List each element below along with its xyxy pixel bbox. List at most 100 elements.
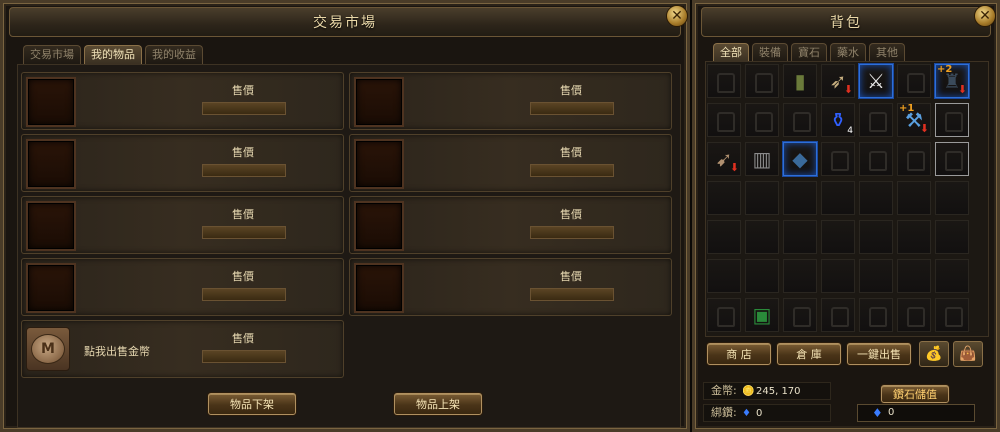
bag-cell[interactable]: ◆ (783, 142, 817, 176)
bag-cell[interactable] (859, 103, 893, 137)
bag-cell[interactable]: ♜ +2 ⬇ (935, 64, 969, 98)
bag-cell[interactable] (821, 181, 855, 215)
bag-cell[interactable] (745, 103, 779, 137)
tab-trading-market[interactable]: 交易市場 (23, 45, 81, 64)
bag-cell[interactable] (935, 259, 969, 293)
bag-cell[interactable] (897, 259, 931, 293)
bag-cell[interactable] (783, 181, 817, 215)
empty-item-frame[interactable] (26, 201, 76, 251)
bag-cell[interactable] (859, 259, 893, 293)
bag-cell[interactable] (897, 64, 931, 98)
bag-cell[interactable] (821, 142, 855, 176)
bag-cell[interactable]: ▥ (745, 142, 779, 176)
bag-cell[interactable] (859, 181, 893, 215)
bag-cell[interactable] (707, 220, 741, 254)
bag-cell[interactable] (745, 64, 779, 98)
sort-bag-button[interactable]: 💰 (919, 341, 949, 367)
shop-button[interactable]: 商 店 (707, 343, 771, 365)
bag-cell[interactable] (745, 181, 779, 215)
bag-cell[interactable] (783, 103, 817, 137)
sell-item-slot[interactable]: 售價 (349, 196, 672, 254)
price-label: 售價 (560, 270, 582, 283)
price-field (530, 288, 614, 301)
bag-cell[interactable] (897, 220, 931, 254)
bag-cell[interactable] (783, 220, 817, 254)
bag-cell[interactable] (821, 259, 855, 293)
sell-item-slot[interactable]: 售價 (349, 134, 672, 192)
empty-item-frame[interactable] (354, 139, 404, 189)
price-field (202, 226, 286, 239)
unlist-item-button[interactable]: 物品下架 (208, 393, 296, 415)
bag-cell[interactable] (707, 259, 741, 293)
bag-cell[interactable]: ▮ (783, 64, 817, 98)
sell-item-slot[interactable]: 售價 (21, 134, 344, 192)
empty-item-frame[interactable] (26, 139, 76, 189)
enhance-level: +2 (937, 64, 953, 75)
sell-item-slot[interactable]: 售價 (21, 258, 344, 316)
bag-cell[interactable]: ⚔ (859, 64, 893, 98)
bag-cell[interactable] (745, 220, 779, 254)
bag-cell[interactable] (897, 142, 931, 176)
bag-tabs: 全部 裝備 寶石 藥水 其他 (713, 43, 905, 62)
sell-item-slot[interactable]: 售價 (349, 258, 672, 316)
empty-item-frame[interactable] (354, 201, 404, 251)
bag-cell[interactable] (935, 142, 969, 176)
sell-item-slot[interactable]: 售價 (21, 72, 344, 130)
empty-item-frame[interactable] (354, 77, 404, 127)
tab-my-items[interactable]: 我的物品 (84, 45, 142, 64)
bag-cell[interactable] (783, 298, 817, 332)
diamond-topup-button[interactable]: 鑽石儲值 (881, 385, 949, 403)
bag-sort-icon: 💰 (925, 346, 943, 362)
tab-my-earnings[interactable]: 我的收益 (145, 45, 203, 64)
bag-cell[interactable] (707, 298, 741, 332)
leg-armor-icon: ▥ (752, 147, 772, 171)
bag-cell[interactable] (707, 64, 741, 98)
sell-gold-text: 點我出售金幣 (84, 345, 150, 358)
sell-item-slot[interactable]: 售價 (349, 72, 672, 130)
sell-gold-slot[interactable]: M 點我出售金幣 售價 (21, 320, 344, 378)
warehouse-button[interactable]: 倉 庫 (777, 343, 841, 365)
sell-all-button[interactable]: 一鍵出售 (847, 343, 911, 365)
tab-all[interactable]: 全部 (713, 43, 749, 62)
empty-item-frame[interactable] (26, 77, 76, 127)
bag-cell[interactable] (935, 220, 969, 254)
bag-cell[interactable]: ⚱ 4 (821, 103, 855, 137)
bag-cell[interactable] (707, 181, 741, 215)
bag-cell[interactable]: ▣ (745, 298, 779, 332)
close-icon: ✕ (979, 8, 991, 24)
bag-cell[interactable] (745, 259, 779, 293)
bag-cell[interactable] (859, 220, 893, 254)
bag-cell[interactable]: ➹ ⬇ (707, 142, 741, 176)
bound-diamond-icon: ♦ (742, 408, 751, 419)
bag-cell[interactable] (783, 259, 817, 293)
tab-potions[interactable]: 藥水 (830, 43, 866, 62)
bag-cell[interactable] (935, 181, 969, 215)
bag-cell[interactable] (897, 298, 931, 332)
bag-cell[interactable] (707, 103, 741, 137)
tab-gems[interactable]: 寶石 (791, 43, 827, 62)
empty-item-frame[interactable] (26, 263, 76, 313)
market-close-button[interactable]: ✕ (666, 5, 688, 27)
bag-cell[interactable] (935, 103, 969, 137)
bag-expand-button[interactable]: 👜 (953, 341, 983, 367)
bag-cell[interactable] (897, 181, 931, 215)
price-label: 售價 (560, 146, 582, 159)
bag-cell[interactable] (821, 298, 855, 332)
price-field (530, 164, 614, 177)
bag-cell[interactable]: ⚒ +1 ⬇ (897, 103, 931, 137)
bag-cell[interactable] (935, 298, 969, 332)
bound-diamond-value: 0 (756, 408, 763, 419)
bag-cell[interactable] (859, 142, 893, 176)
price-label: 售價 (560, 208, 582, 221)
bag-cell[interactable] (821, 220, 855, 254)
close-icon: ✕ (671, 8, 683, 24)
green-bag-icon: ▣ (752, 303, 772, 327)
sell-item-slot[interactable]: 售價 (21, 196, 344, 254)
bag-close-button[interactable]: ✕ (974, 5, 996, 27)
tab-other[interactable]: 其他 (869, 43, 905, 62)
empty-item-frame[interactable] (354, 263, 404, 313)
list-item-button[interactable]: 物品上架 (394, 393, 482, 415)
tab-equipment[interactable]: 裝備 (752, 43, 788, 62)
bag-cell[interactable] (859, 298, 893, 332)
bag-cell[interactable]: ➶ ⬇ (821, 64, 855, 98)
